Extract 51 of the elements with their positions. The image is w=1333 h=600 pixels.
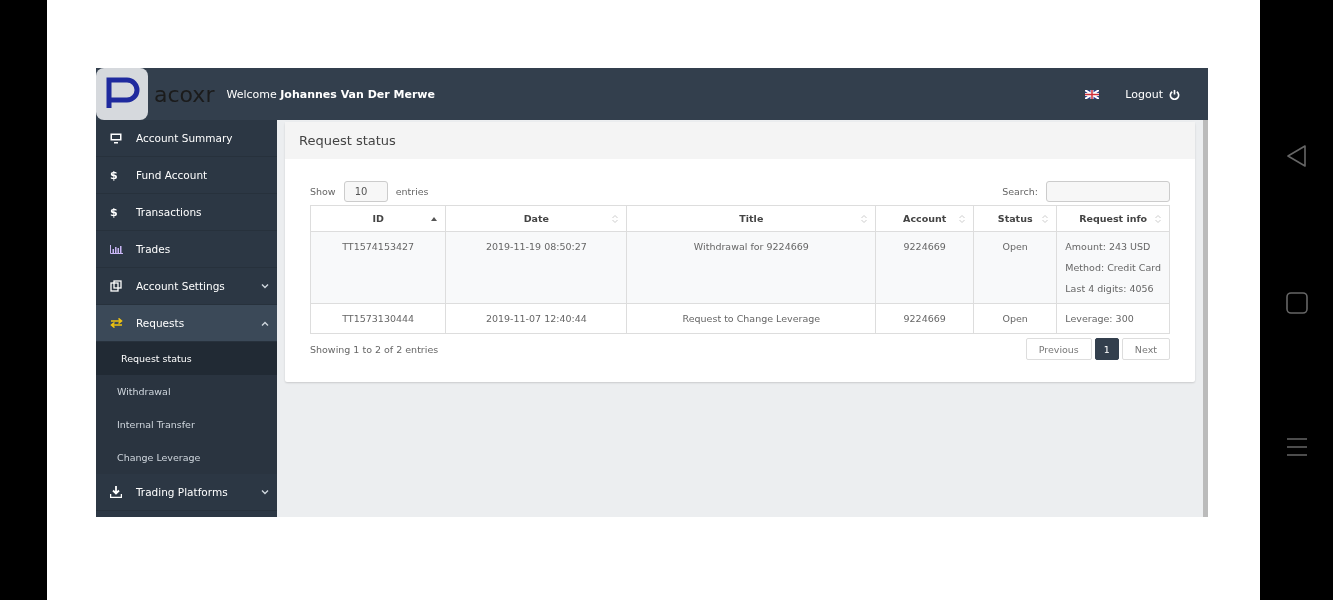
scrollbar[interactable] xyxy=(1203,120,1208,517)
table-cell: 9224669 xyxy=(875,303,974,334)
download-icon xyxy=(110,486,122,498)
submenu-item[interactable]: Request status xyxy=(96,342,277,375)
logo-icon xyxy=(96,68,148,120)
column-header[interactable]: ID xyxy=(310,205,446,232)
swap-arrows-icon xyxy=(110,318,123,328)
bar-chart-icon xyxy=(110,244,123,254)
entries-label: entries xyxy=(395,186,429,197)
power-icon xyxy=(1169,88,1180,100)
column-header[interactable]: Status xyxy=(973,205,1057,232)
monitor-icon xyxy=(110,132,122,144)
logout-link[interactable]: Logout xyxy=(1125,87,1180,101)
dollar-icon: $ xyxy=(110,205,118,219)
search-label: Search: xyxy=(1002,186,1038,197)
back-icon[interactable] xyxy=(1284,144,1309,168)
dollar-icon: $ xyxy=(110,168,118,182)
column-header[interactable]: Title xyxy=(626,205,876,232)
flag-icon[interactable] xyxy=(1085,89,1100,99)
show-label: Show xyxy=(310,186,336,197)
entries-summary: Showing 1 to 2 of 2 entries xyxy=(310,343,439,355)
table-cell: TT1574153427 xyxy=(310,231,446,304)
column-header[interactable]: Request info xyxy=(1056,205,1170,232)
previous-button[interactable]: Previous xyxy=(1025,338,1092,360)
table-cell: Open xyxy=(973,303,1057,334)
column-header[interactable]: Account xyxy=(875,205,974,232)
search-field[interactable] xyxy=(1046,181,1170,202)
menu-icon[interactable] xyxy=(1285,437,1308,457)
submenu-item[interactable]: Internal Transfer xyxy=(96,408,277,441)
info-line: Leverage: 300 xyxy=(1065,313,1135,324)
info-line: Last 4 digits: 4056 xyxy=(1065,283,1155,294)
info-line: Amount: 243 USD xyxy=(1065,241,1152,252)
table-cell: Withdrawal for 9224669 xyxy=(626,231,876,304)
table-cell: Request to Change Leverage xyxy=(626,303,876,334)
panel-title: Request status xyxy=(299,133,396,148)
copy-icon xyxy=(110,280,122,292)
page-button[interactable]: 1 xyxy=(1094,338,1119,360)
sidebar-item[interactable]: Requests xyxy=(96,305,277,342)
info-line: Method: Credit Card xyxy=(1065,262,1161,273)
table-cell: TT1573130444 xyxy=(310,303,446,334)
submenu-item[interactable]: Withdrawal xyxy=(96,375,277,408)
page-size-select[interactable]: 10 xyxy=(343,181,388,202)
home-icon[interactable] xyxy=(1285,291,1308,314)
submenu-item[interactable]: Change Leverage xyxy=(96,441,277,474)
table-cell: 2019-11-19 08:50:27 xyxy=(445,231,627,304)
next-button[interactable]: Next xyxy=(1121,338,1170,360)
column-header[interactable]: Date xyxy=(445,205,627,232)
welcome-text: Welcome Johannes Van Der Merwe xyxy=(226,87,435,101)
table-cell: 9224669 xyxy=(875,231,974,304)
table-cell: 2019-11-07 12:40:44 xyxy=(445,303,627,334)
table-cell: Open xyxy=(973,231,1057,304)
